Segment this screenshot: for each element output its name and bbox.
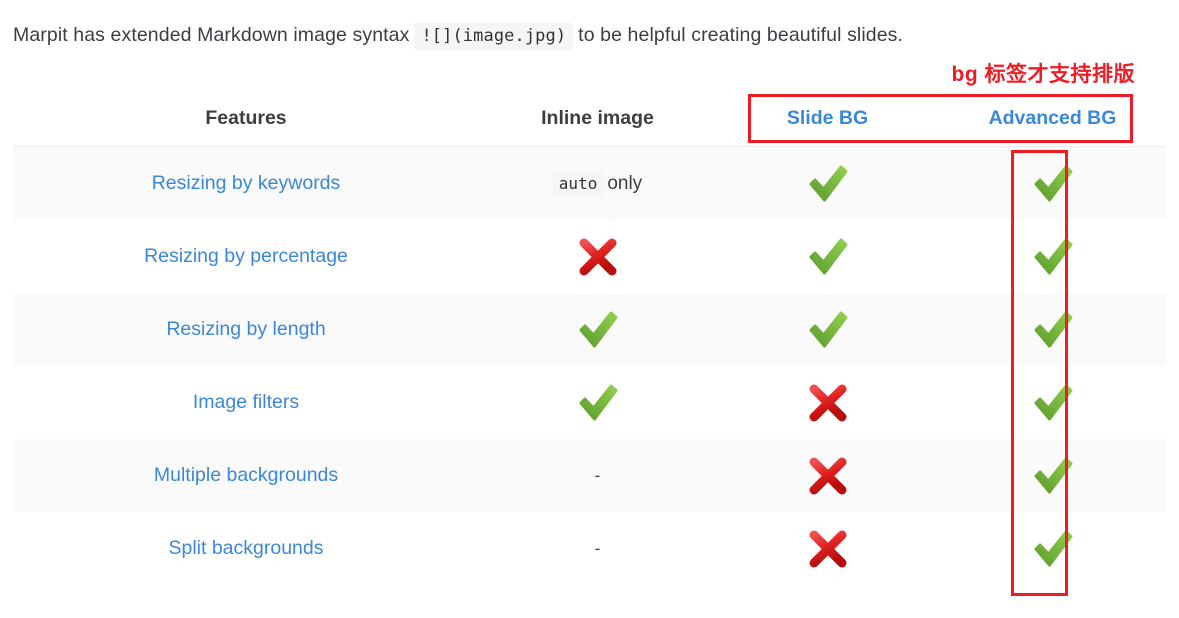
table-row: Resizing by percentage: [13, 220, 1166, 293]
cell-feature: Resizing by length: [13, 293, 479, 366]
cell-advanced-bg: [939, 512, 1166, 585]
intro-text-after: to be helpful creating beautiful slides.: [578, 24, 904, 46]
cross-mark-icon: [806, 527, 850, 571]
check-mark-icon: [575, 381, 621, 425]
table-row: Split backgrounds -: [13, 512, 1166, 585]
column-header-features: Features: [13, 93, 479, 147]
cell-inline-image: auto only: [479, 146, 716, 220]
check-mark-icon: [1030, 454, 1076, 498]
cell-advanced-bg: [939, 146, 1166, 220]
cell-feature: Resizing by keywords: [13, 146, 479, 220]
check-mark-icon: [805, 308, 851, 352]
feature-link[interactable]: Resizing by length: [166, 318, 325, 340]
table-header-row: Features Inline image Slide BG Advanced …: [13, 93, 1166, 147]
table-row: Image filters: [13, 366, 1166, 439]
cell-feature: Split backgrounds: [13, 512, 479, 585]
cell-feature: Image filters: [13, 366, 479, 439]
cell-advanced-bg: [939, 220, 1166, 293]
cell-inline-image: -: [479, 439, 716, 512]
feature-link[interactable]: Resizing by keywords: [152, 172, 341, 194]
only-label: only: [607, 172, 643, 194]
inline-image-value: auto only: [552, 170, 643, 197]
comparison-table-wrapper: Features Inline image Slide BG Advanced …: [13, 93, 1166, 585]
cell-advanced-bg: [939, 439, 1166, 512]
table-row: Resizing by keywords auto only: [13, 146, 1166, 220]
check-mark-icon: [805, 235, 851, 279]
column-header-inline-image: Inline image: [479, 93, 716, 147]
feature-link[interactable]: Image filters: [193, 391, 299, 413]
feature-link[interactable]: Split backgrounds: [168, 537, 323, 559]
cell-slide-bg: [716, 439, 939, 512]
check-mark-icon: [1030, 235, 1076, 279]
bg-tag-annotation: bg 标签才支持排版: [951, 63, 1135, 86]
inline-image-dash: -: [594, 465, 601, 485]
cell-slide-bg: [716, 146, 939, 220]
column-header-advanced-bg[interactable]: Advanced BG: [939, 93, 1166, 147]
cross-mark-icon: [806, 381, 850, 425]
feature-comparison-table: Features Inline image Slide BG Advanced …: [13, 93, 1166, 585]
check-mark-icon: [1030, 162, 1076, 206]
cell-inline-image: [479, 293, 716, 366]
cell-slide-bg: [716, 220, 939, 293]
cell-slide-bg: [716, 512, 939, 585]
intro-text-before: Marpit has extended Markdown image synta…: [13, 24, 410, 46]
inline-image-dash: -: [594, 538, 601, 558]
check-mark-icon: [1030, 527, 1076, 571]
cell-feature: Resizing by percentage: [13, 220, 479, 293]
table-body: Resizing by keywords auto only Resizing by …: [13, 146, 1166, 585]
auto-keyword-code: auto: [552, 170, 604, 197]
feature-link[interactable]: Resizing by percentage: [144, 245, 348, 267]
cell-inline-image: -: [479, 512, 716, 585]
cross-mark-icon: [806, 454, 850, 498]
cell-inline-image: [479, 366, 716, 439]
intro-paragraph: Marpit has extended Markdown image synta…: [13, 23, 904, 50]
table-row: Resizing by length: [13, 293, 1166, 366]
check-mark-icon: [575, 308, 621, 352]
cell-advanced-bg: [939, 293, 1166, 366]
column-header-slide-bg[interactable]: Slide BG: [716, 93, 939, 147]
feature-link[interactable]: Multiple backgrounds: [154, 464, 338, 486]
check-mark-icon: [1030, 381, 1076, 425]
image-syntax-code: ![](image.jpg): [414, 23, 574, 50]
check-mark-icon: [805, 162, 851, 206]
cross-mark-icon: [576, 235, 620, 279]
check-mark-icon: [1030, 308, 1076, 352]
cell-advanced-bg: [939, 366, 1166, 439]
cell-slide-bg: [716, 293, 939, 366]
cell-inline-image: [479, 220, 716, 293]
table-header: Features Inline image Slide BG Advanced …: [13, 93, 1166, 147]
table-row: Multiple backgrounds -: [13, 439, 1166, 512]
cell-feature: Multiple backgrounds: [13, 439, 479, 512]
cell-slide-bg: [716, 366, 939, 439]
